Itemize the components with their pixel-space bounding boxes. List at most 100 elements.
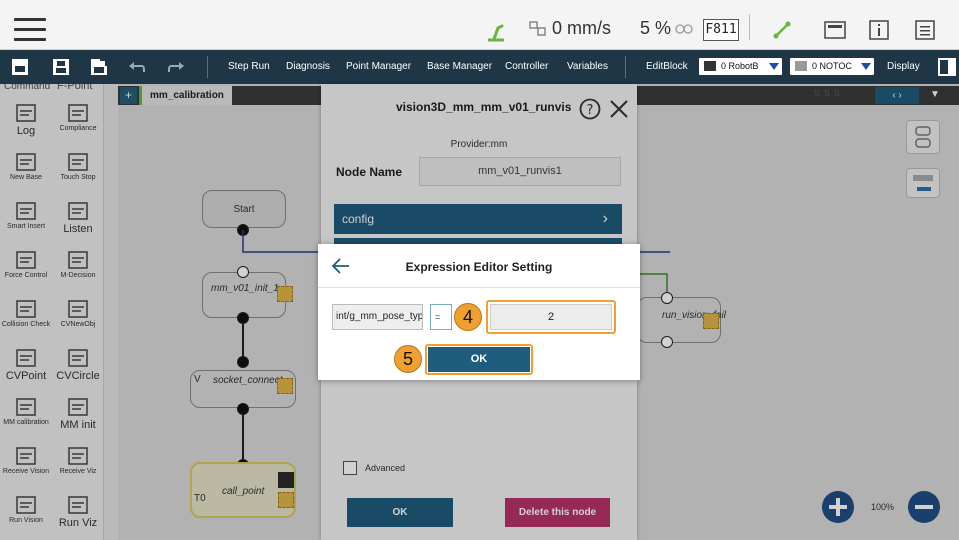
tab-scroll-buttons[interactable]: ‹ › [875, 87, 919, 104]
palette-item-label: CVCircle [56, 370, 100, 382]
flow-node-label: call_point [222, 486, 265, 497]
robot-base-value: 0 RobotB [721, 61, 759, 71]
palette-node-icon [68, 447, 88, 465]
status-bar: 0 mm/s 5 % F811 [0, 0, 959, 50]
palette-node-icon [68, 202, 88, 220]
flow-port[interactable] [237, 312, 249, 324]
palette-item-label: Listen [63, 223, 93, 235]
toolbar-display[interactable]: Display [887, 50, 920, 84]
minimap-toggle-button[interactable] [906, 168, 940, 198]
palette-item[interactable]: Touch Stop [52, 151, 103, 181]
toolbar-controller[interactable]: Controller [505, 50, 548, 84]
palette-scroll-strip[interactable] [104, 84, 118, 540]
speed-value: 0 mm/s [552, 18, 612, 38]
palette-item[interactable]: Collision Check [0, 298, 52, 328]
redo-icon[interactable] [167, 58, 185, 76]
menu-icon[interactable] [14, 18, 46, 42]
toolbar-point-manager[interactable]: Point Manager [346, 50, 411, 84]
add-tab-button[interactable]: + [120, 87, 137, 104]
flow-port[interactable] [661, 336, 673, 348]
zoom-out-button[interactable] [908, 491, 940, 523]
palette-item-label: CVPoint [5, 370, 47, 382]
flow-node-label: Start [233, 204, 255, 215]
palette-item[interactable]: Receive Vision [0, 445, 52, 475]
flow-port[interactable] [237, 356, 249, 368]
flow-port[interactable] [237, 403, 249, 415]
step-badge-5: 5 [394, 345, 422, 373]
palette-item[interactable]: Compliance [52, 102, 103, 132]
info-icon[interactable] [869, 20, 889, 40]
undo-icon[interactable] [128, 58, 146, 76]
node-ok-button[interactable]: OK [347, 498, 453, 527]
expression-value-highlight: 2 [486, 300, 616, 334]
palette-node-icon [16, 398, 36, 416]
controller-icon[interactable] [824, 20, 846, 40]
flow-port[interactable] [237, 266, 249, 278]
palette-item[interactable]: Listen [52, 200, 103, 235]
palette-item-label: Smart Insert [6, 223, 46, 230]
palette-item[interactable]: M-Decision [52, 249, 103, 279]
flow-node-call-point[interactable]: call_point [190, 462, 296, 518]
palette-item[interactable]: Receive Viz [52, 445, 103, 475]
palette-item[interactable]: MM init [52, 396, 103, 431]
palette-item[interactable]: New Base [0, 151, 52, 181]
zoom-level: 100% [871, 502, 895, 512]
palette-item[interactable]: MM calibration [0, 396, 52, 426]
dialog-ok-button[interactable]: OK [428, 347, 530, 372]
palette-item[interactable]: Smart Insert [0, 200, 52, 230]
new-file-icon[interactable] [11, 58, 29, 76]
help-icon[interactable]: ? [579, 98, 601, 120]
toolbar-editblock[interactable]: EditBlock [646, 50, 688, 84]
flow-node-label: socket_connect [213, 375, 283, 386]
flow-port[interactable] [661, 292, 673, 304]
toolbar-base-manager[interactable]: Base Manager [427, 50, 492, 84]
expression-operator-select[interactable]: = [430, 304, 452, 330]
chevron-down-icon [769, 63, 779, 70]
palette-item[interactable]: Force Control [0, 249, 52, 279]
tool-select[interactable]: 0 NOTOC [790, 58, 874, 75]
speed-icon [529, 20, 546, 36]
sort-icons[interactable]: ⇅ ⇅ ⇅ [813, 88, 841, 99]
f-code-badge[interactable]: F811 [703, 19, 739, 41]
advanced-label: Advanced [365, 463, 406, 473]
layout-icon [915, 126, 931, 148]
toolbar-variables[interactable]: Variables [567, 50, 608, 84]
chevron-right-icon: › [602, 210, 608, 227]
node-name-label: Node Name [336, 165, 403, 179]
step-badge-4: 4 [454, 303, 482, 331]
palette-item[interactable]: CVCircle [52, 347, 103, 382]
robot-base-select[interactable]: 0 RobotB [699, 58, 782, 75]
palette-item[interactable]: CVPoint [0, 347, 52, 382]
network-icon[interactable] [772, 20, 792, 40]
save-icon[interactable] [52, 58, 70, 76]
tab-mm-calibration[interactable]: mm_calibration [139, 86, 232, 105]
advanced-checkbox[interactable] [343, 461, 357, 475]
palette-item-label: M-Decision [60, 272, 96, 279]
save-as-icon[interactable] [90, 58, 108, 76]
node-name-field[interactable]: mm_v01_runvis1 [419, 157, 621, 186]
node-provider: Provider:mm [450, 139, 508, 150]
palette-node-icon [16, 202, 36, 220]
palette-item[interactable]: Run Viz [52, 494, 103, 529]
palette-node-icon [16, 153, 36, 171]
palette-item[interactable]: Log [0, 102, 52, 137]
layout-toggle-button[interactable] [906, 120, 940, 154]
toolbar-diagnosis[interactable]: Diagnosis [286, 50, 330, 84]
expression-value-field[interactable]: 2 [490, 304, 612, 330]
flow-connector [242, 324, 244, 358]
expression-variable-field[interactable]: int/g_mm_pose_typ [332, 304, 423, 330]
node-badge-icon [277, 286, 293, 302]
config-section-header[interactable]: config › [334, 204, 622, 234]
panel-toggle-icon[interactable] [938, 58, 956, 76]
palette-item[interactable]: Run Vision [0, 494, 52, 524]
flow-node-start[interactable]: Start [202, 190, 286, 228]
delete-node-button[interactable]: Delete this node [505, 498, 610, 527]
notes-icon[interactable] [915, 20, 935, 40]
chevron-down-icon[interactable]: ▼ [930, 89, 940, 100]
toolbar-step-run[interactable]: Step Run [228, 50, 270, 84]
zoom-in-button[interactable] [822, 491, 854, 523]
close-icon[interactable] [609, 99, 629, 119]
palette-node-icon [16, 496, 36, 514]
palette-item[interactable]: CVNewObj [52, 298, 103, 328]
dialog-title: Expression Editor Setting [405, 260, 553, 274]
